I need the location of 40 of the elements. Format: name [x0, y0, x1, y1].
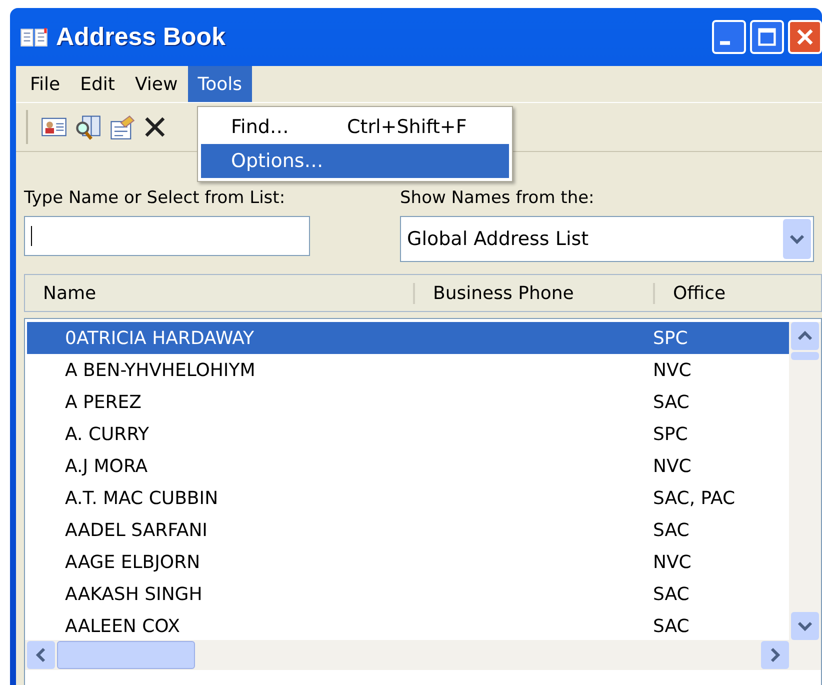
scroll-thumb[interactable]	[791, 352, 819, 360]
contact-row[interactable]: AADEL SARFANI SAC	[27, 514, 789, 546]
column-header[interactable]: Name	[25, 282, 415, 304]
menu-option[interactable]: Options…	[201, 144, 509, 178]
scroll-up-icon[interactable]	[791, 322, 819, 350]
menu-item[interactable]: Edit	[70, 66, 125, 102]
maximize-icon	[756, 26, 778, 48]
scroll-right-icon[interactable]	[761, 641, 789, 669]
contact-row[interactable]: A. CURRY SPC	[27, 418, 789, 450]
contact-row[interactable]: AAGE ELBJORN NVC	[27, 546, 789, 578]
contact-row[interactable]: A.J MORA NVC	[27, 450, 789, 482]
window-title: Address Book	[56, 22, 226, 52]
column-header[interactable]: Business Phone	[415, 282, 655, 304]
scroll-left-icon[interactable]	[27, 641, 55, 669]
contact-row[interactable]: AAKASH SINGH SAC	[27, 578, 789, 610]
vertical-scrollbar[interactable]	[789, 322, 821, 640]
close-button[interactable]	[788, 20, 822, 54]
address-list-label: Show Names from the:	[400, 188, 596, 208]
menu-option[interactable]: Find… Ctrl+Shift+F	[201, 110, 509, 144]
book-icon	[20, 25, 48, 49]
menu-item[interactable]: View	[124, 66, 188, 102]
book-magnifier-icon	[74, 113, 102, 141]
minimize-icon	[720, 41, 730, 45]
minimize-button[interactable]	[712, 20, 746, 54]
properties-icon	[108, 113, 136, 141]
contact-row[interactable]: A BEN-YHVHELOHIYM NVC	[27, 354, 789, 386]
contact-row[interactable]: AALEEN COX SAC	[27, 610, 789, 640]
contact-row[interactable]: 0ATRICIA HARDAWAY SPC	[27, 322, 789, 354]
contact-row[interactable]: A.T. MAC CUBBIN SAC, PAC	[27, 482, 789, 514]
horizontal-scrollbar[interactable]	[25, 640, 821, 670]
menu-item[interactable]: Tools	[188, 66, 252, 102]
name-field[interactable]	[24, 216, 310, 256]
maximize-button[interactable]	[750, 20, 784, 54]
contact-row[interactable]: A PEREZ SAC	[27, 386, 789, 418]
menu-item[interactable]: File	[20, 66, 70, 102]
scroll-down-icon[interactable]	[791, 612, 819, 640]
search-label: Type Name or Select from List:	[24, 188, 286, 208]
column-header[interactable]: Office	[655, 282, 726, 304]
scroll-thumb[interactable]	[57, 641, 195, 669]
address-list-dropdown[interactable]: Global Address List	[400, 216, 814, 262]
